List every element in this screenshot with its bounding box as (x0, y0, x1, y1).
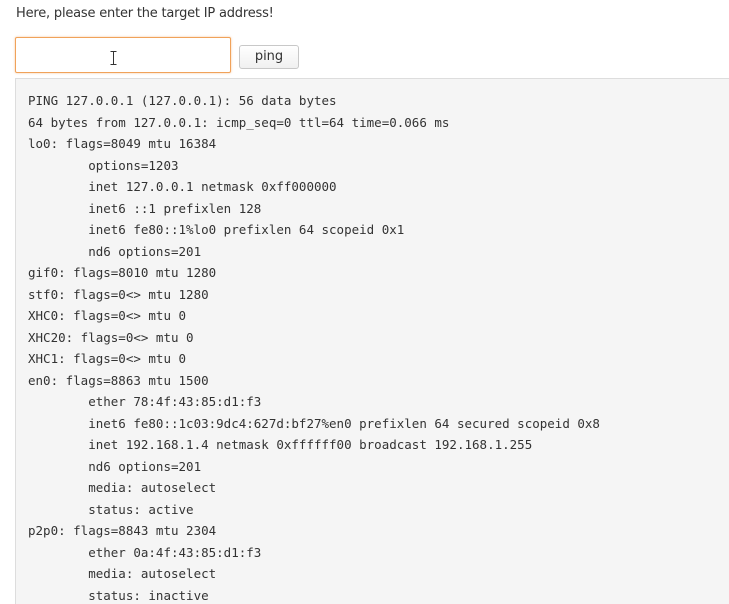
output-line: en0: flags=8863 mtu 1500 (28, 372, 209, 388)
output-line: nd6 options=201 (28, 458, 202, 474)
output-line: gif0: flags=8010 mtu 1280 (28, 265, 217, 280)
ping-button[interactable]: ping (239, 45, 299, 69)
output-line: 64 bytes from 127.0.0.1: icmp_seq=0 ttl=… (28, 114, 450, 130)
output-line: media: autoselect (28, 480, 217, 495)
output-line: XHC20: flags=0<> mtu 0 (28, 329, 194, 345)
output-line: media: autoselect (28, 566, 217, 581)
output-line: p2p0: flags=8843 mtu 2304 (28, 523, 217, 538)
instruction-text: Here, please enter the target IP address… (16, 6, 274, 21)
output-line: lo0: flags=8049 mtu 16384 (28, 136, 217, 151)
output-line: inet 192.168.1.4 netmask 0xffffff00 broa… (28, 437, 533, 452)
ip-address-input[interactable] (15, 37, 231, 73)
output-line: inet 127.0.0.1 netmask 0xff000000 (28, 179, 337, 194)
command-output-text: PING 127.0.0.1 (127.0.0.1): 56 data byte… (28, 90, 729, 604)
output-line: inet6 fe80::1%lo0 prefixlen 64 scopeid 0… (28, 222, 405, 237)
output-line: inet6 fe80::1c03:9dc4:627d:bf27%en0 pref… (28, 415, 600, 431)
output-line: XHC1: flags=0<> mtu 0 (28, 351, 187, 366)
output-line: nd6 options=201 (28, 243, 202, 259)
output-line: inet6 ::1 prefixlen 128 (28, 200, 262, 216)
output-line: status: inactive (28, 587, 209, 603)
output-line: stf0: flags=0<> mtu 1280 (28, 286, 209, 302)
output-line: PING 127.0.0.1 (127.0.0.1): 56 data byte… (28, 93, 337, 108)
output-line: status: active (28, 501, 194, 517)
output-line: ether 0a:4f:43:85:d1:f3 (28, 544, 262, 560)
output-line: options=1203 (28, 157, 179, 173)
output-line: ether 78:4f:43:85:d1:f3 (28, 394, 262, 409)
output-line: XHC0: flags=0<> mtu 0 (28, 308, 187, 323)
ping-output-panel: PING 127.0.0.1 (127.0.0.1): 56 data byte… (15, 78, 729, 604)
